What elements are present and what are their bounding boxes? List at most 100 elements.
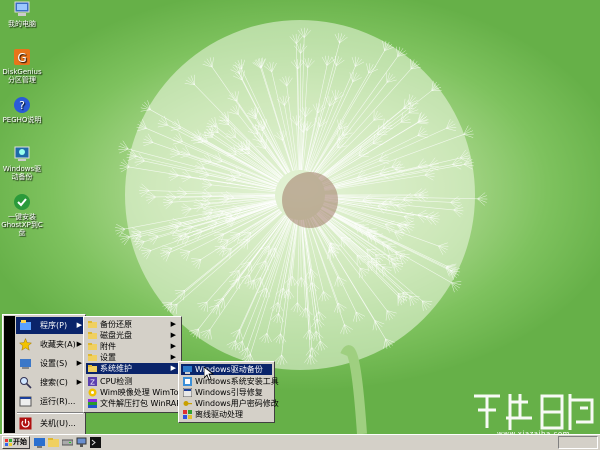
desktop-icon-my-computer[interactable]: 我的电脑 (0, 0, 44, 28)
desktop-icon-label: 我的电脑 (8, 20, 36, 28)
desktop-icon-install-ghostxp[interactable]: 一键安装GhostXP到C盘 (0, 193, 44, 237)
folder-icon (88, 331, 97, 340)
folder-icon (88, 353, 97, 362)
menu-item-label: Wim映像处理 WimTool (100, 388, 186, 397)
start-item-label: 运行(R)... (40, 397, 76, 406)
desktop-background: 我的电脑 G DiskGenius分区管理 ? PEGHO说明 Windows驱… (0, 0, 600, 450)
menu-item-label: 离线驱动处理 (195, 410, 243, 419)
taskbar: 开始 (0, 434, 600, 450)
chevron-right-icon: ▶ (170, 331, 176, 339)
system-maintenance-submenu: Windows驱动备份 Windows系统安装工具 Windows引导修复 Wi… (178, 361, 279, 423)
desktop-icon-label: DiskGenius分区管理 (2, 68, 42, 84)
start-button[interactable]: 开始 (2, 436, 30, 449)
folder-icon (88, 364, 97, 373)
menu-item-label: 磁盘光盘 (100, 331, 132, 340)
programs-item-backup-restore[interactable]: 备份还原 ▶ (86, 319, 179, 330)
start-item-settings[interactable]: 设置(S) ▶ (16, 355, 85, 372)
desktop-icon-label: 一键安装GhostXP到C盘 (1, 213, 43, 237)
menu-item-label: Windows用户密码修改 (195, 399, 279, 408)
programs-item-settings[interactable]: 设置 ▶ (86, 352, 179, 363)
windows-logo-icon (5, 439, 12, 446)
chevron-right-icon: ▶ (170, 353, 176, 361)
offline-driver-icon (183, 410, 192, 419)
svg-text:G: G (17, 51, 26, 65)
start-item-label: 设置(S) (40, 359, 68, 368)
chevron-right-icon: ▶ (76, 321, 82, 329)
start-item-label: 程序(P) (40, 321, 68, 330)
explorer-icon[interactable] (48, 437, 59, 448)
start-item-search[interactable]: 搜索(C) ▶ (16, 374, 85, 391)
help-icon: ? (13, 96, 31, 114)
start-menu-sidebar (4, 316, 15, 433)
xiazaiba-watermark-logo (474, 394, 594, 430)
start-item-run[interactable]: 运行(R)... (16, 393, 85, 410)
desktop-icon-help[interactable]: ? PEGHO说明 (0, 96, 44, 124)
computer-icon (13, 0, 31, 18)
programs-item-winrar[interactable]: 文件解压打包 WinRAR (86, 398, 182, 409)
menu-item-label: 文件解压打包 WinRAR (100, 399, 182, 408)
shutdown-icon (19, 417, 32, 430)
driver-backup-icon (13, 145, 31, 163)
driver-backup-icon (183, 365, 192, 374)
network-icon[interactable] (76, 437, 87, 448)
chevron-right-icon: ▶ (76, 359, 82, 367)
diskgenius-icon: G (13, 48, 31, 66)
maintenance-item-install-tool[interactable]: Windows系统安装工具 (181, 376, 279, 387)
start-item-shutdown[interactable]: 关机(U)... (16, 415, 85, 432)
maintenance-item-password[interactable]: Windows用户密码修改 (181, 398, 279, 409)
menu-item-label: 设置 (100, 353, 116, 362)
drive-icon[interactable] (61, 437, 74, 448)
start-item-label: 关机(U)... (40, 419, 76, 428)
boot-repair-icon (182, 387, 193, 398)
start-item-label: 收藏夹(A) (40, 340, 76, 349)
desktop-icon-label: PEGHO说明 (2, 116, 42, 124)
maintenance-item-boot-repair[interactable]: Windows引导修复 (181, 387, 272, 398)
desktop-icon-diskgenius[interactable]: G DiskGenius分区管理 (0, 48, 44, 84)
wimtool-icon (88, 388, 97, 397)
search-icon (19, 376, 32, 389)
desktop-icon-driver-backup[interactable]: Windows驱动备份 (0, 145, 44, 181)
start-item-label: 搜索(C) (40, 378, 68, 387)
system-tray (558, 436, 598, 449)
start-button-label: 开始 (13, 438, 27, 446)
programs-item-wimtool[interactable]: Wim映像处理 WimTool (86, 387, 186, 398)
run-icon (19, 395, 32, 408)
menu-item-label: 备份还原 (100, 320, 132, 329)
programs-submenu: 备份还原 ▶ 磁盘光盘 ▶ 附件 ▶ 设置 ▶ 系统维护 ▶ Z CPU检测 W… (83, 316, 186, 413)
chevron-right-icon: ▶ (170, 364, 176, 372)
chevron-right-icon: ▶ (76, 340, 82, 348)
desktop-icon-label: Windows驱动备份 (2, 165, 42, 181)
programs-item-accessories[interactable]: 附件 ▶ (86, 341, 179, 352)
install-tool-icon (183, 377, 192, 386)
svg-text:?: ? (19, 99, 25, 112)
maintenance-item-driver-backup[interactable]: Windows驱动备份 (181, 364, 272, 375)
maintenance-item-offline-driver[interactable]: 离线驱动处理 (181, 409, 272, 420)
menu-item-label: Windows引导修复 (195, 388, 263, 397)
start-item-favorites[interactable]: 收藏夹(A) ▶ (16, 336, 85, 353)
chevron-right-icon: ▶ (76, 378, 82, 386)
menu-item-label: 附件 (100, 342, 116, 351)
programs-item-cpu[interactable]: Z CPU检测 (86, 376, 179, 387)
desktop-icon[interactable] (34, 437, 45, 448)
folder-icon (88, 342, 97, 351)
folder-icon (88, 320, 97, 329)
svg-text:Z: Z (90, 379, 95, 387)
install-icon (13, 193, 31, 211)
settings-icon (19, 357, 32, 370)
menu-item-label: 系统维护 (100, 364, 132, 373)
menu-separator (17, 412, 83, 414)
terminal-icon[interactable] (90, 437, 101, 448)
cpu-z-icon: Z (88, 377, 97, 387)
programs-item-system-maintenance[interactable]: 系统维护 ▶ (86, 363, 179, 374)
winrar-icon (88, 399, 97, 408)
programs-item-disk[interactable]: 磁盘光盘 ▶ (86, 330, 179, 341)
menu-item-label: CPU检测 (100, 377, 133, 386)
mouse-cursor-icon (204, 367, 214, 381)
chevron-right-icon: ▶ (170, 342, 176, 350)
start-item-programs[interactable]: 程序(P) ▶ (16, 317, 85, 334)
start-menu: 程序(P) ▶ 收藏夹(A) ▶ 设置(S) ▶ 搜索(C) ▶ 运行(R)..… (2, 314, 86, 435)
chevron-right-icon: ▶ (170, 320, 176, 328)
password-icon (183, 399, 192, 408)
favorites-icon (18, 337, 33, 351)
programs-icon (19, 319, 32, 332)
